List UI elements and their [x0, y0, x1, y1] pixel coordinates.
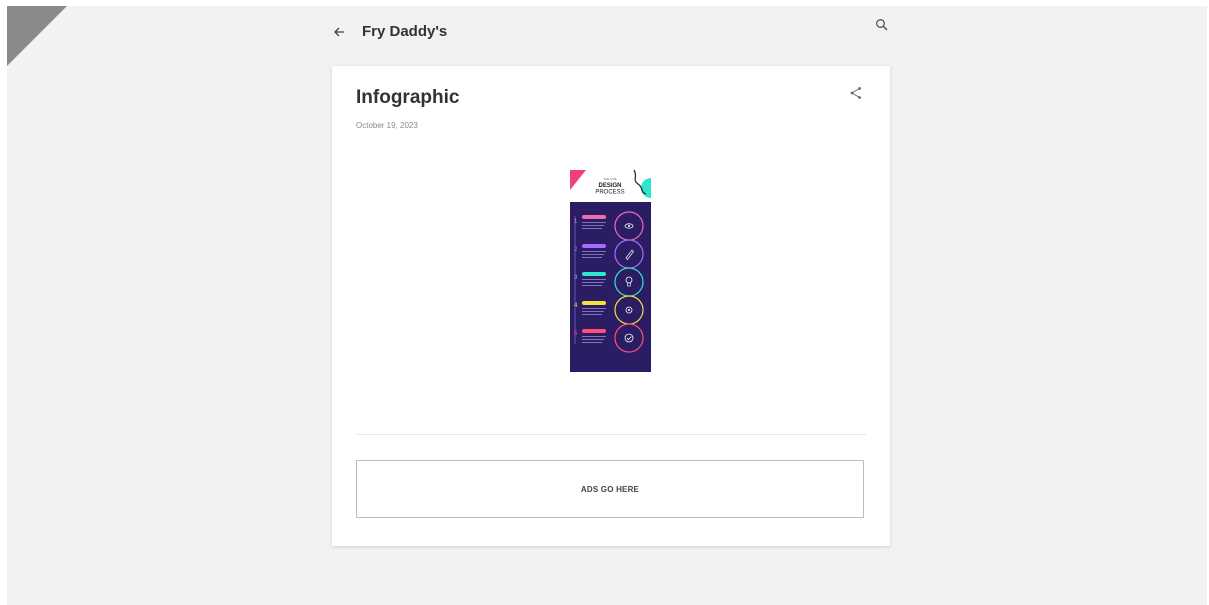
post-card: Infographic October 19, 2023 THE FIVE DE…: [332, 66, 890, 546]
share-icon[interactable]: [848, 85, 864, 101]
search-icon[interactable]: [875, 18, 889, 32]
blog-title[interactable]: Fry Daddy's: [362, 23, 447, 40]
blog-header: Fry Daddy's: [332, 18, 890, 48]
ad-label: ADS GO HERE: [580, 484, 640, 494]
ad-placeholder[interactable]: ADS GO HERE: [356, 460, 864, 518]
infographic-image[interactable]: THE FIVE DESIGN PROCESS 1 2 3 4 5: [570, 168, 651, 372]
post-title: Infographic: [356, 87, 460, 108]
content-divider: [356, 434, 865, 435]
corner-fold-decoration: [7, 6, 67, 66]
post-date: October 19, 2023: [356, 121, 418, 130]
infographic-heading-small: THE FIVE: [603, 177, 617, 181]
infographic-heading-line2: PROCESS: [595, 190, 624, 196]
arrow-left-icon[interactable]: [332, 24, 348, 40]
infographic-heading-line1: DESIGN: [598, 183, 621, 189]
